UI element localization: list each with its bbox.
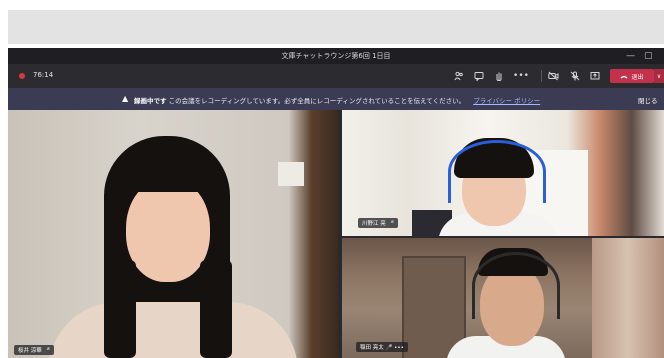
leave-options-button[interactable]: ∨ xyxy=(654,69,664,83)
headset-icon xyxy=(472,252,560,319)
participant-name-2: 川野江 亮 🎤 xyxy=(358,218,399,228)
camera-off-icon[interactable] xyxy=(546,69,560,83)
headset-icon xyxy=(448,140,546,203)
recording-message: 録画中です この会議をレコーディングしています。必ず全員にレコーディングされてい… xyxy=(134,95,540,105)
warning-icon: ▲ xyxy=(122,94,129,103)
recording-status: 録画中です xyxy=(134,97,167,105)
recording-indicator-icon xyxy=(19,73,25,79)
participant-name-1: 桜井 涼華 🎤 xyxy=(14,345,55,355)
title-bar: 文庫チャットラウンジ第6回 1日目 — ▢ xyxy=(8,48,664,64)
participant-video-1[interactable]: 桜井 涼華 🎤 xyxy=(8,110,338,358)
window-title: 文庫チャットラウンジ第6回 1日目 xyxy=(281,52,391,60)
participant-video-2[interactable]: 川野江 亮 🎤 xyxy=(342,110,664,236)
meeting-window: 文庫チャットラウンジ第6回 1日目 — ▢ 76:14 ••• 退出 ∨ ▲ 録… xyxy=(8,48,664,358)
more-icon[interactable]: ••• xyxy=(513,69,529,83)
mic-icon: 🎤 xyxy=(387,221,395,227)
minimize-button[interactable]: — xyxy=(626,50,635,62)
face xyxy=(126,178,210,282)
hair-right xyxy=(200,260,232,358)
mic-off-icon[interactable] xyxy=(568,69,582,83)
top-browser-band xyxy=(8,10,664,44)
raise-hand-icon[interactable] xyxy=(492,69,506,83)
recording-notice: この会議をレコーディングしています。必ず全員にレコーディングされていることを伝え… xyxy=(168,97,466,105)
leave-label: 退出 xyxy=(631,73,644,81)
banner-close-button[interactable]: 閉じる xyxy=(638,95,658,105)
chat-icon[interactable] xyxy=(472,69,486,83)
maximize-button[interactable]: ▢ xyxy=(644,50,653,62)
curtain xyxy=(592,238,664,358)
mic-icon: 🎤 xyxy=(385,345,393,351)
leave-button[interactable]: 退出 xyxy=(610,69,654,83)
more-options-icon[interactable]: ••• xyxy=(394,345,404,351)
meeting-toolbar: 76:14 ••• 退出 ∨ xyxy=(8,64,664,88)
participant-video-3[interactable]: 稲田 亮太 🎤 ••• xyxy=(342,238,664,358)
mic-icon: 🎤 xyxy=(43,348,51,354)
meeting-timer: 76:14 xyxy=(33,71,54,79)
share-icon[interactable] xyxy=(588,69,602,83)
shirt xyxy=(48,302,298,358)
recording-banner: ▲ 録画中です この会議をレコーディングしています。必ず全員にレコーディングされ… xyxy=(8,88,664,110)
hair-left xyxy=(104,260,136,358)
wall-switch xyxy=(278,162,304,186)
participant-name-3: 稲田 亮太 🎤 ••• xyxy=(356,342,408,352)
toolbar-divider xyxy=(541,70,542,82)
phone-hangup-icon xyxy=(620,75,628,78)
privacy-policy-link[interactable]: プライバシー ポリシー xyxy=(473,97,540,105)
people-icon[interactable] xyxy=(452,69,466,83)
